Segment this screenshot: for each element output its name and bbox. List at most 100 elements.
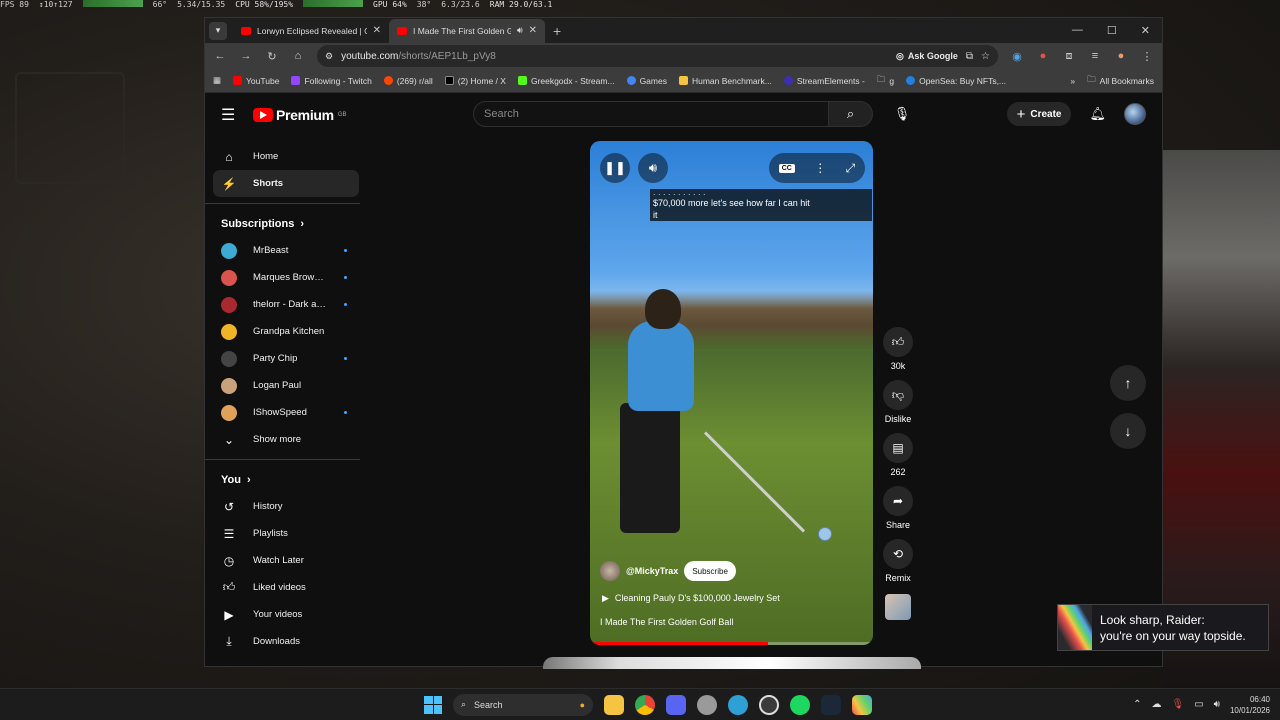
bookmark-x[interactable]: (2) Home / X <box>444 76 506 86</box>
microphone-icon[interactable]: 🎙︎ <box>889 101 915 127</box>
apps-grid-icon[interactable]: ▦ <box>213 75 221 86</box>
network-icon[interactable]: ▭ <box>1194 699 1203 710</box>
bookmark-twitch[interactable]: Following - Twitch <box>291 76 372 86</box>
menu-icon[interactable]: ☰ <box>221 105 245 125</box>
sidebar-item-logan-paul[interactable]: Logan Paul <box>213 372 359 399</box>
profile-avatar-icon[interactable]: ● <box>1114 50 1128 62</box>
sidebar-item-grandpa-kitchen[interactable]: Grandpa Kitchen <box>213 318 359 345</box>
create-button[interactable]: + Create <box>1006 102 1072 126</box>
sidebar-item-liked-videos[interactable]: 👍︎ Liked videos <box>213 574 359 601</box>
forward-icon[interactable]: → <box>239 50 253 62</box>
chrome-icon[interactable] <box>635 694 655 715</box>
extension-audio-icon[interactable]: ◉ <box>1010 50 1024 63</box>
discord-icon[interactable] <box>666 694 686 715</box>
game-app-icon[interactable] <box>852 694 872 715</box>
taskbar-search[interactable]: ⌕ Search ● <box>453 693 593 716</box>
sidebar-item-ishowspeed[interactable]: IShowSpeed <box>213 399 359 426</box>
sidebar-item-history[interactable]: ↺ History <box>213 493 359 520</box>
chevron-up-icon[interactable]: ⌃ <box>1133 699 1141 710</box>
back-icon[interactable]: ← <box>213 50 227 62</box>
tab-lorwyn[interactable]: Lorwyn Eclipsed Revealed | Gam ✕ <box>233 19 389 43</box>
ask-google-button[interactable]: ◎ Ask Google <box>896 51 958 62</box>
subscribe-button[interactable]: Subscribe <box>684 561 736 581</box>
subscriptions-heading[interactable]: Subscriptions › <box>213 210 359 237</box>
sidebar-item-downloads[interactable]: ⤓ Downloads <box>213 628 359 655</box>
sidebar-item-your-videos[interactable]: ▶ Your videos <box>213 601 359 628</box>
sidebar-item-shorts[interactable]: ⚡ Shorts <box>213 170 359 197</box>
captions-icon[interactable]: CC <box>778 163 795 173</box>
close-tab-icon[interactable]: ✕ <box>373 25 381 36</box>
bookmark-folder-g[interactable]: 🗀︎ g <box>877 74 894 88</box>
cloud-icon[interactable]: ☁ <box>1151 699 1161 710</box>
bookmark-kick[interactable]: Greekgodx - Stream... <box>517 76 615 86</box>
like-icon[interactable]: 👍︎ <box>883 327 913 357</box>
address-bar[interactable]: ⚙ youtube.com/shorts/AEP1Lb_pVy8 ◎ Ask G… <box>317 45 998 67</box>
sidebar-item-thelorr[interactable]: thelorr - Dark an... <box>213 291 359 318</box>
all-bookmarks[interactable]: 🗀︎ All Bookmarks <box>1087 74 1154 88</box>
sidebar-item-playlists[interactable]: ☰ Playlists <box>213 520 359 547</box>
bookmark-human-benchmark[interactable]: Human Benchmark... <box>678 76 772 86</box>
audio-thumbnail[interactable] <box>885 594 911 620</box>
search-input[interactable]: Search <box>473 101 829 127</box>
sidebar-item-home[interactable]: ⌂ Home <box>213 143 359 170</box>
bookmark-opensea[interactable]: OpenSea: Buy NFTs,... <box>906 76 1006 86</box>
obs-icon[interactable] <box>759 694 779 715</box>
shorts-player[interactable]: ❚❚ 🔊︎ CC ⋮ ⤢ . . . . . . . . . . . $70,0… <box>590 141 873 645</box>
you-heading[interactable]: You › <box>213 466 359 493</box>
reload-icon[interactable]: ↻ <box>265 50 279 63</box>
bookmark-games[interactable]: Games <box>626 76 667 86</box>
spotify-icon[interactable] <box>790 694 810 715</box>
microphone-tray-icon[interactable]: 🎙︎ <box>1171 699 1184 710</box>
media-controls-icon[interactable]: ≡ <box>1088 50 1102 62</box>
new-tab-button[interactable]: + <box>553 23 561 39</box>
clock[interactable]: 06:40 10/01/2026 <box>1230 694 1270 716</box>
windows-start-icon[interactable] <box>424 695 442 714</box>
pause-icon[interactable]: ❚❚ <box>600 153 630 183</box>
sidebar-item-mkbhd[interactable]: Marques Brownl... <box>213 264 359 291</box>
speaker-icon[interactable]: 🔊︎ <box>517 25 523 36</box>
file-explorer-icon[interactable] <box>604 694 624 715</box>
home-button-icon[interactable]: ⌂ <box>291 50 305 62</box>
browser-menu-icon[interactable]: ⋮ <box>1140 50 1154 63</box>
show-more-button[interactable]: ⌄ Show more <box>213 426 359 453</box>
youtube-premium-logo[interactable]: Premium GB <box>253 107 346 123</box>
extension-record-icon[interactable]: ● <box>1036 50 1050 62</box>
channel-name[interactable]: @MickyTrax <box>626 566 678 576</box>
install-app-icon[interactable]: ⧉ <box>966 51 973 62</box>
account-avatar[interactable] <box>1124 103 1146 125</box>
steam-icon[interactable] <box>821 694 841 715</box>
tab-golden-golf[interactable]: I Made The First Golden Go 🔊︎ ✕ <box>389 18 545 43</box>
ccleaner-icon[interactable] <box>728 694 748 715</box>
remix-icon[interactable]: ⟲ <box>883 539 913 569</box>
settings-icon[interactable] <box>697 694 717 715</box>
bookmark-reddit[interactable]: (269) r/all <box>383 76 433 86</box>
channel-avatar[interactable] <box>600 561 620 581</box>
previous-short-icon[interactable]: ↑ <box>1110 365 1146 401</box>
progress-bar[interactable] <box>590 642 873 645</box>
notifications-bell-icon[interactable]: 🔔︎ <box>1089 106 1106 122</box>
fullscreen-icon[interactable]: ⤢ <box>846 161 856 176</box>
bookmark-youtube[interactable]: YouTube <box>233 76 279 86</box>
tab-search-icon[interactable]: ▾ <box>209 21 227 40</box>
search-icon[interactable]: ⌕ <box>829 101 873 127</box>
more-options-icon[interactable]: ⋮ <box>814 161 826 175</box>
close-tab-icon[interactable]: ✕ <box>529 25 537 36</box>
dislike-icon[interactable]: 👎︎ <box>883 380 913 410</box>
share-icon[interactable]: ➦ <box>883 486 913 516</box>
bookmark-streamelements[interactable]: StreamElements - <box>783 76 865 86</box>
volume-tray-icon[interactable]: 🔊︎ <box>1214 699 1220 710</box>
maximize-icon[interactable]: ☐ <box>1107 24 1117 37</box>
sidebar-item-watch-later[interactable]: ◷ Watch Later <box>213 547 359 574</box>
volume-icon[interactable]: 🔊︎ <box>638 153 668 183</box>
sidebar-item-party-chip[interactable]: Party Chip <box>213 345 359 372</box>
bookmark-star-icon[interactable]: ☆ <box>981 51 990 62</box>
minimize-icon[interactable]: — <box>1072 24 1083 37</box>
related-video-link[interactable]: ▶ Cleaning Pauly D's $100,000 Jewelry Se… <box>602 593 780 604</box>
next-short-icon[interactable]: ↓ <box>1110 413 1146 449</box>
extensions-icon[interactable]: ⧈ <box>1062 50 1076 63</box>
site-info-icon[interactable]: ⚙ <box>325 51 333 62</box>
comment-icon[interactable]: ▤ <box>883 433 913 463</box>
more-bookmarks-icon[interactable]: » <box>1070 76 1075 86</box>
close-window-icon[interactable]: ✕ <box>1141 24 1150 37</box>
sidebar-item-mrbeast[interactable]: MrBeast <box>213 237 359 264</box>
